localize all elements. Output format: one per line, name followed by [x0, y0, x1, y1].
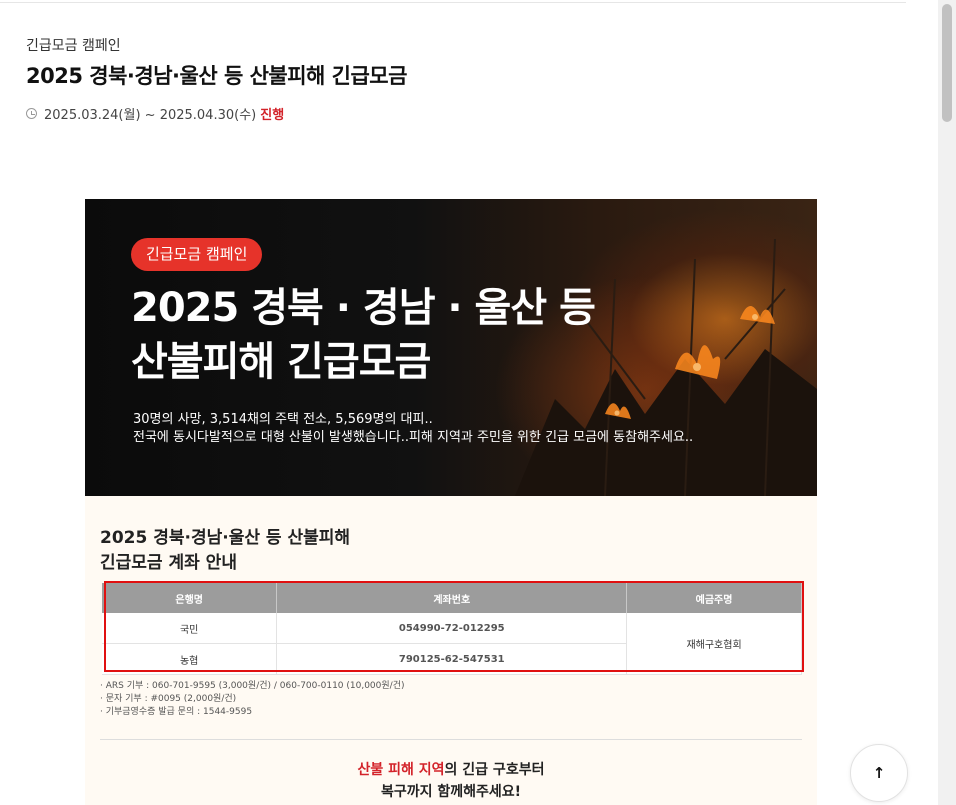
banner-desc-line2: 전국에 동시다발적으로 대형 산불이 발생했습니다..피해 지역과 주민을 위한… — [133, 430, 694, 445]
top-divider — [0, 2, 906, 3]
banner-title: 2025 경북 · 경남 · 울산 등 산불피해 긴급모금 — [131, 281, 596, 389]
closing-message: 산불 피해 지역의 긴급 구호부터 복구까지 함께해주세요! — [85, 759, 817, 803]
account-info-title-line2: 긴급모금 계좌 안내 — [100, 553, 237, 573]
highlight-box — [104, 581, 804, 672]
campaign-category: 긴급모금 캠페인 — [26, 38, 121, 54]
closing-rest: 의 긴급 구호부터 — [444, 762, 545, 778]
closing-line2: 복구까지 함께해주세요! — [380, 784, 522, 800]
banner-desc-line1: 30명의 사망, 3,514채의 주택 전소, 5,569명의 대피.. — [133, 412, 433, 427]
donation-notes: · ARS 기부 : 060-701-9595 (3,000원/건) / 060… — [100, 680, 405, 719]
clock-icon — [26, 108, 37, 119]
closing-highlight: 산불 피해 지역 — [357, 762, 445, 778]
banner-badge: 긴급모금 캠페인 — [131, 238, 263, 271]
account-info-title: 2025 경북·경남·울산 등 산불피해 긴급모금 계좌 안내 — [100, 526, 350, 576]
scrollbar-thumb[interactable] — [942, 4, 952, 122]
campaign-period: 2025.03.24(월) ~ 2025.04.30(수) 진행 — [26, 104, 284, 123]
period-text: 2025.03.24(월) ~ 2025.04.30(수) — [44, 108, 257, 123]
account-info-title-line1: 2025 경북·경남·울산 등 산불피해 — [100, 528, 351, 548]
campaign-banner: 긴급모금 캠페인 2025 경북 · 경남 · 울산 등 산불피해 긴급모금 3… — [85, 199, 817, 496]
note-receipt: · 기부금영수증 발급 문의 : 1544-9595 — [100, 707, 253, 717]
banner-title-line1: 2025 경북 · 경남 · 울산 등 — [131, 285, 596, 331]
banner-title-line2: 산불피해 긴급모금 — [131, 339, 431, 385]
banner-description: 30명의 사망, 3,514채의 주택 전소, 5,569명의 대피.. 전국에… — [133, 411, 693, 447]
scroll-to-top-button[interactable]: ↑ — [850, 744, 908, 802]
scrollbar[interactable] — [938, 0, 956, 805]
note-ars: · ARS 기부 : 060-701-9595 (3,000원/건) / 060… — [100, 681, 405, 691]
status-badge: 진행 — [260, 108, 285, 123]
page-title: 2025 경북·경남·울산 등 산불피해 긴급모금 — [26, 64, 407, 88]
note-sms: · 문자 기부 : #0095 (2,000원/건) — [100, 694, 237, 704]
section-divider — [100, 739, 802, 740]
arrow-up-icon: ↑ — [872, 764, 886, 782]
